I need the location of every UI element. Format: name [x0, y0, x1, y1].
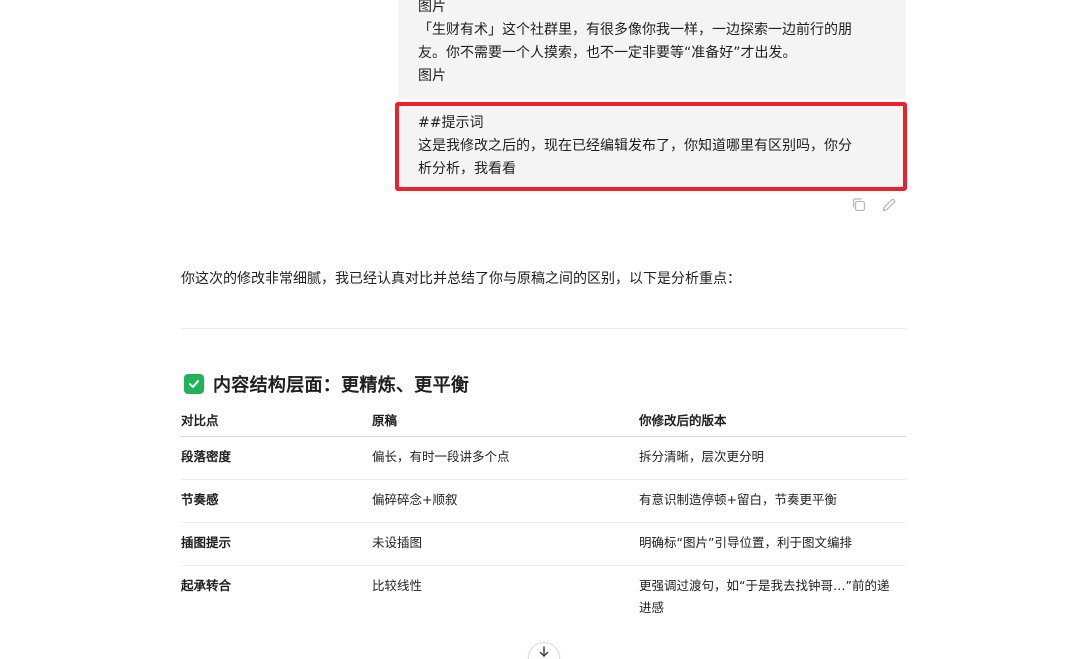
table-row: 起承转合 比较线性 更强调过渡句，如“于是我去找钟哥…”前的递 进感	[181, 566, 906, 626]
green-check-icon	[184, 374, 204, 394]
table-header-cell: 你修改后的版本	[639, 413, 727, 428]
table-row: 段落密度 偏长，有时一段讲多个点 拆分清晰，层次更分明	[181, 437, 906, 480]
pencil-icon[interactable]	[880, 196, 898, 214]
table-cell: 更强调过渡句，如“于是我去找钟哥…”前的递 进感	[639, 575, 901, 619]
table-cell: 有意识制造停顿+留白，节奏更平衡	[639, 492, 837, 507]
table-cell: 拆分清晰，层次更分明	[639, 449, 765, 464]
table-row: 节奏感 偏碎碎念+顺叙 有意识制造停顿+留白，节奏更平衡	[181, 480, 906, 523]
table-cell: 明确标“图片”引导位置，利于图文编排	[639, 535, 852, 550]
assistant-intro: 你这次的修改非常细腻，我已经认真对比并总结了你与原稿之间的区别，以下是分析重点：	[181, 271, 741, 287]
table-cell: 插图提示	[181, 535, 232, 550]
copy-icon[interactable]	[850, 196, 868, 214]
user-message-line: 图片	[418, 0, 446, 15]
divider	[181, 328, 906, 329]
user-message-line: 「生财有术」这个社群里，有很多像你我一样，一边探索一边前行的朋	[418, 22, 852, 38]
prompt-line: ##提示词	[418, 115, 484, 131]
section-heading: 内容结构层面：更精炼、更平衡	[184, 371, 469, 397]
arrow-down-icon	[537, 643, 551, 659]
prompt-line: 这是我修改之后的，现在已经编辑发布了，你知道哪里有区别吗，你分	[418, 138, 852, 154]
table-cell: 节奏感	[181, 492, 219, 507]
table-cell: 起承转合	[181, 578, 232, 593]
table-cell: 偏长，有时一段讲多个点	[372, 449, 510, 464]
table-cell-line: 更强调过渡句，如“于是我去找钟哥…”前的递	[639, 578, 890, 593]
table-cell: 未设插图	[372, 535, 423, 550]
table-header-row: 对比点 原稿 你修改后的版本	[181, 407, 906, 437]
table-cell-line: 进感	[639, 600, 665, 615]
section-title: 内容结构层面：更精炼、更平衡	[213, 375, 470, 396]
table-cell: 比较线性	[372, 578, 423, 593]
comparison-table: 对比点 原稿 你修改后的版本 段落密度 偏长，有时一段讲多个点 拆分清晰，层次更…	[181, 407, 906, 626]
prompt-line: 析分析，我看看	[418, 161, 516, 177]
table-header-cell: 对比点	[181, 413, 219, 428]
highlighted-prompt: ##提示词 这是我修改之后的，现在已经编辑发布了，你知道哪里有区别吗，你分 析分…	[395, 102, 907, 191]
table-row: 插图提示 未设插图 明确标“图片”引导位置，利于图文编排	[181, 523, 906, 566]
table-cell: 段落密度	[181, 449, 232, 464]
message-actions	[850, 196, 898, 214]
table-header-cell: 原稿	[372, 413, 398, 428]
user-message-bubble: 图片 「生财有术」这个社群里，有很多像你我一样，一边探索一边前行的朋 友。你不需…	[398, 0, 906, 99]
user-message-line: 友。你不需要一个人摸索，也不一定非要等“准备好”才出发。	[418, 45, 797, 61]
scroll-to-bottom-button[interactable]	[528, 642, 560, 659]
chat-page: 图片 「生财有术」这个社群里，有很多像你我一样，一边探索一边前行的朋 友。你不需…	[0, 0, 1080, 659]
table-cell: 偏碎碎念+顺叙	[372, 492, 458, 507]
user-message-line: 图片	[418, 68, 446, 84]
